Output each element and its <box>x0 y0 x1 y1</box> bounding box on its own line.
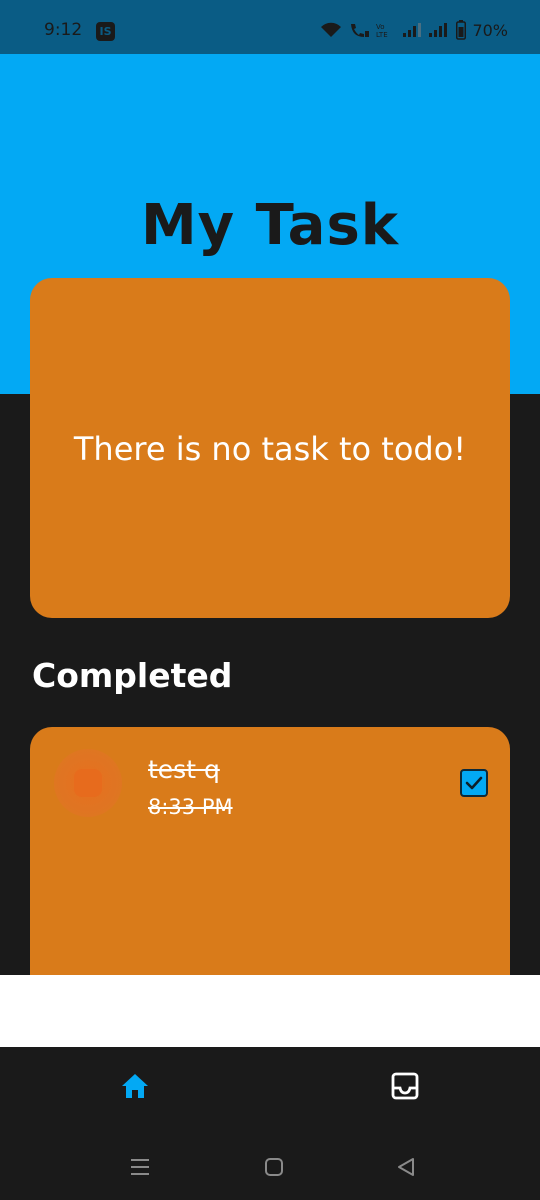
system-home-button[interactable] <box>262 1155 286 1179</box>
completed-heading: Completed <box>32 656 233 695</box>
volte-call-icon <box>348 22 370 38</box>
svg-text:Vo: Vo <box>376 23 385 31</box>
nav-home-button[interactable] <box>118 1069 152 1103</box>
checkmark-icon <box>465 776 483 790</box>
todo-empty-card: There is no task to todo! <box>30 278 510 618</box>
recent-apps-icon <box>131 1159 149 1175</box>
content-bottom-area <box>0 975 540 1047</box>
status-time: 9:12 <box>44 20 83 40</box>
signal-icon <box>428 22 450 38</box>
home-icon <box>122 1074 148 1098</box>
home-button-icon <box>265 1158 283 1176</box>
task-title: test q <box>148 755 220 784</box>
task-avatar <box>54 749 122 817</box>
task-time: 8:33 PM <box>148 795 233 819</box>
volte-lte-icon: Vo LTE <box>376 22 396 38</box>
nav-inbox-button[interactable] <box>388 1069 422 1103</box>
status-bar: 9:12 IS Vo LTE 70% <box>0 0 540 54</box>
recent-apps-button[interactable] <box>128 1155 152 1179</box>
page-title: My Task <box>140 193 400 258</box>
task-checkbox[interactable] <box>460 769 488 797</box>
status-icons: Vo LTE 70% <box>320 20 508 40</box>
svg-text:LTE: LTE <box>376 31 388 38</box>
system-back-button[interactable] <box>394 1155 418 1179</box>
notification-app-icon: IS <box>96 22 115 41</box>
completed-task-card[interactable]: test q 8:33 PM <box>30 727 510 987</box>
empty-message: There is no task to todo! <box>73 430 467 468</box>
back-icon <box>398 1158 414 1176</box>
battery-icon <box>456 20 467 40</box>
inbox-icon <box>391 1072 419 1100</box>
wifi-icon <box>320 22 342 38</box>
signal-icon <box>402 22 422 38</box>
battery-percent: 70% <box>472 20 508 40</box>
